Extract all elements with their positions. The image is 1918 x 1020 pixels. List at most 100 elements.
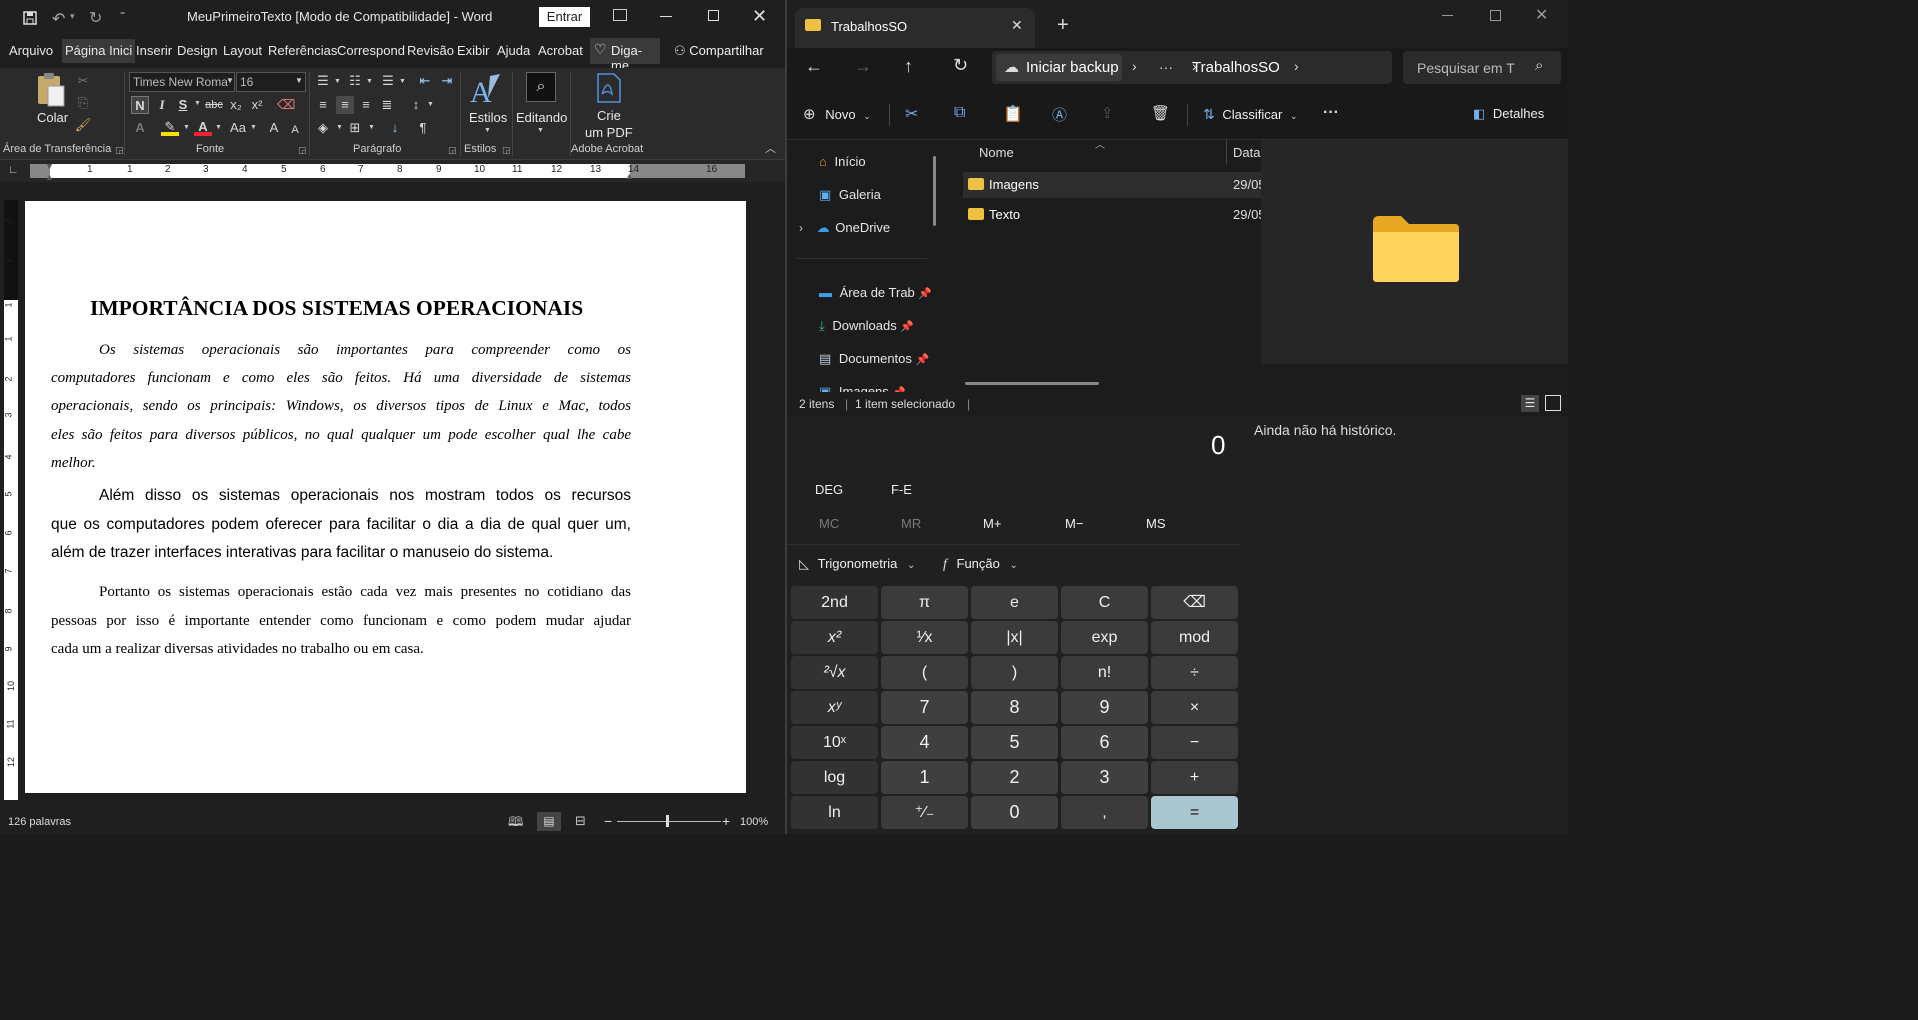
horizontal-scrollbar[interactable] <box>965 382 1099 385</box>
equals-button[interactable]: = <box>1151 796 1238 829</box>
styles-button[interactable]: A Estilos ▼ <box>468 72 508 138</box>
refresh-icon[interactable]: ↻ <box>953 55 968 76</box>
details-button[interactable]: ◧ Detalhes <box>1473 106 1544 122</box>
sort-button[interactable]: ⇅ Classificar ⌄ <box>1203 106 1298 123</box>
underline-button[interactable]: S <box>174 96 192 114</box>
explorer-tab[interactable]: TrabalhosSO ✕ <box>795 8 1035 48</box>
delete-icon[interactable]: 🗑 <box>1151 104 1170 122</box>
tab-revisao[interactable]: Revisão <box>404 39 457 63</box>
paragraph-2[interactable]: Além disso os sistemas operacionais nos … <box>51 482 631 568</box>
memory-recall-button[interactable]: MR <box>901 516 921 531</box>
maximize-icon[interactable] <box>708 10 719 21</box>
negate-button[interactable]: ⁺⁄₋ <box>881 796 968 829</box>
horizontal-ruler[interactable]: ∟ ▼ ▲ ▲ 1 1 2 3 4 5 6 7 8 9 10 11 12 13 14 16 17 <box>0 160 785 182</box>
save-icon[interactable] <box>22 10 38 26</box>
align-right-icon[interactable]: ≡ <box>357 96 375 114</box>
exp-button[interactable]: exp <box>1061 621 1148 654</box>
address-bar[interactable]: ☁ Iniciar backup › ··· › TrabalhosSO › <box>992 51 1392 84</box>
document-page[interactable]: IMPORTÂNCIA DOS SISTEMAS OPERACIONAIS Os… <box>25 201 746 793</box>
chevron-down-icon[interactable]: ▼ <box>194 100 201 107</box>
divide-button[interactable]: ÷ <box>1151 656 1238 689</box>
collapse-ribbon-icon[interactable]: ︿ <box>765 140 776 156</box>
digit-7-button[interactable]: 7 <box>881 691 968 724</box>
digit-6-button[interactable]: 6 <box>1061 726 1148 759</box>
sort-icon[interactable]: ↓ <box>386 119 404 137</box>
align-left-icon[interactable]: ≡ <box>314 96 332 114</box>
digit-2-button[interactable]: 2 <box>971 761 1058 794</box>
tab-correspondencias[interactable]: Correspond <box>334 39 408 63</box>
expand-chevron-icon[interactable]: › <box>799 221 803 235</box>
subscript-button[interactable]: x₂ <box>227 96 245 114</box>
euler-button[interactable]: e <box>971 586 1058 619</box>
search-input[interactable]: Pesquisar em T <box>1417 60 1515 76</box>
grow-font-button[interactable]: A <box>265 119 283 137</box>
digit-9-button[interactable]: 9 <box>1061 691 1148 724</box>
close-icon[interactable]: ✕ <box>1535 5 1548 25</box>
copy-icon[interactable]: ⎘ <box>74 94 92 112</box>
forward-icon[interactable]: → <box>854 56 872 77</box>
paragraph-3[interactable]: Portanto os sistemas operacionais estão … <box>51 578 631 664</box>
zoom-out-button[interactable]: − <box>604 813 612 829</box>
chevron-down-icon[interactable]: ▼ <box>250 124 257 131</box>
new-button[interactable]: ⊕ Novo ⌄ <box>803 105 871 123</box>
function-dropdown[interactable]: f Função ⌄ <box>943 556 1018 573</box>
chevron-down-icon[interactable]: ▼ <box>336 124 343 131</box>
tab-ajuda[interactable]: Ajuda <box>494 39 533 63</box>
cut-icon[interactable]: ✂ <box>905 104 918 124</box>
digit-8-button[interactable]: 8 <box>971 691 1058 724</box>
read-mode-icon[interactable]: 🕮 <box>508 813 523 834</box>
tab-acrobat[interactable]: Acrobat <box>535 39 586 63</box>
decrease-indent-icon[interactable]: ⇤ <box>416 72 434 90</box>
numbering-icon[interactable]: ☷ <box>346 72 364 90</box>
web-layout-icon[interactable]: ⊟ <box>575 813 586 829</box>
bold-button[interactable]: N <box>131 96 149 114</box>
clear-button[interactable]: C <box>1061 586 1148 619</box>
tab-layout[interactable]: Layout <box>220 39 265 63</box>
chevron-down-icon[interactable]: ▼ <box>368 124 375 131</box>
customize-toolbar-icon[interactable]: ⁼ <box>120 10 125 21</box>
root-button[interactable]: ²√x <box>791 656 878 689</box>
chevron-right-icon[interactable]: › <box>1294 58 1299 74</box>
close-icon[interactable]: ✕ <box>752 6 767 27</box>
up-icon[interactable]: ↑ <box>904 56 913 77</box>
tiles-view-icon[interactable] <box>1545 395 1561 411</box>
nav-item-documents[interactable]: ▤ Documentos 📌 <box>819 345 929 373</box>
nav-item-home[interactable]: ⌂ Início <box>819 148 866 176</box>
chevron-down-icon[interactable]: ▼ <box>427 101 434 108</box>
shading-icon[interactable]: ◈ <box>314 119 332 137</box>
paste-icon[interactable]: 📋 <box>1003 104 1023 124</box>
font-name-box[interactable]: Times New Roma <box>129 72 235 92</box>
clear-format-icon[interactable]: ⌫ <box>277 96 295 114</box>
chevron-down-icon[interactable]: ▼ <box>226 76 234 85</box>
share-button[interactable]: ⚇ Compartilhar <box>674 43 764 59</box>
create-pdf-button[interactable]: Crie um PDF <box>582 72 633 140</box>
share-icon[interactable]: ⇪ <box>1101 104 1114 122</box>
list-item[interactable]: Imagens 29/05 <box>963 172 1261 198</box>
redo-icon[interactable]: ↻ <box>89 8 102 28</box>
nav-item-downloads[interactable]: ⤓ Downloads 📌 <box>819 312 914 340</box>
search-icon[interactable]: ⌕ <box>1535 57 1543 74</box>
trigonometry-dropdown[interactable]: ◺ Trigonometria ⌄ <box>799 556 915 572</box>
log-button[interactable]: log <box>791 761 878 794</box>
mod-button[interactable]: mod <box>1151 621 1238 654</box>
zoom-in-button[interactable]: + <box>722 813 730 829</box>
memory-subtract-button[interactable]: M− <box>1065 516 1083 531</box>
ribbon-display-icon[interactable] <box>613 9 627 21</box>
chevron-down-icon[interactable]: ▼ <box>366 78 373 85</box>
zoom-level[interactable]: 100% <box>740 816 768 828</box>
bullets-icon[interactable]: ☰ <box>314 72 332 90</box>
square-button[interactable]: x² <box>791 621 878 654</box>
minimize-icon[interactable] <box>660 16 672 17</box>
add-button[interactable]: + <box>1151 761 1238 794</box>
signin-button[interactable]: Entrar <box>539 7 590 27</box>
column-header-date[interactable]: Data <box>1233 145 1260 160</box>
italic-button[interactable]: I <box>153 96 171 114</box>
tell-me-box[interactable]: ♡ Diga-me <box>590 38 660 73</box>
memory-add-button[interactable]: M+ <box>983 516 1001 531</box>
pi-button[interactable]: π <box>881 586 968 619</box>
dialog-launcher-icon[interactable]: ◲ <box>115 145 124 156</box>
rename-icon[interactable]: Ⓐ <box>1052 104 1067 125</box>
tab-referencias[interactable]: Referências <box>265 39 340 63</box>
backup-crumb[interactable]: ☁ Iniciar backup <box>996 54 1122 81</box>
digit-1-button[interactable]: 1 <box>881 761 968 794</box>
